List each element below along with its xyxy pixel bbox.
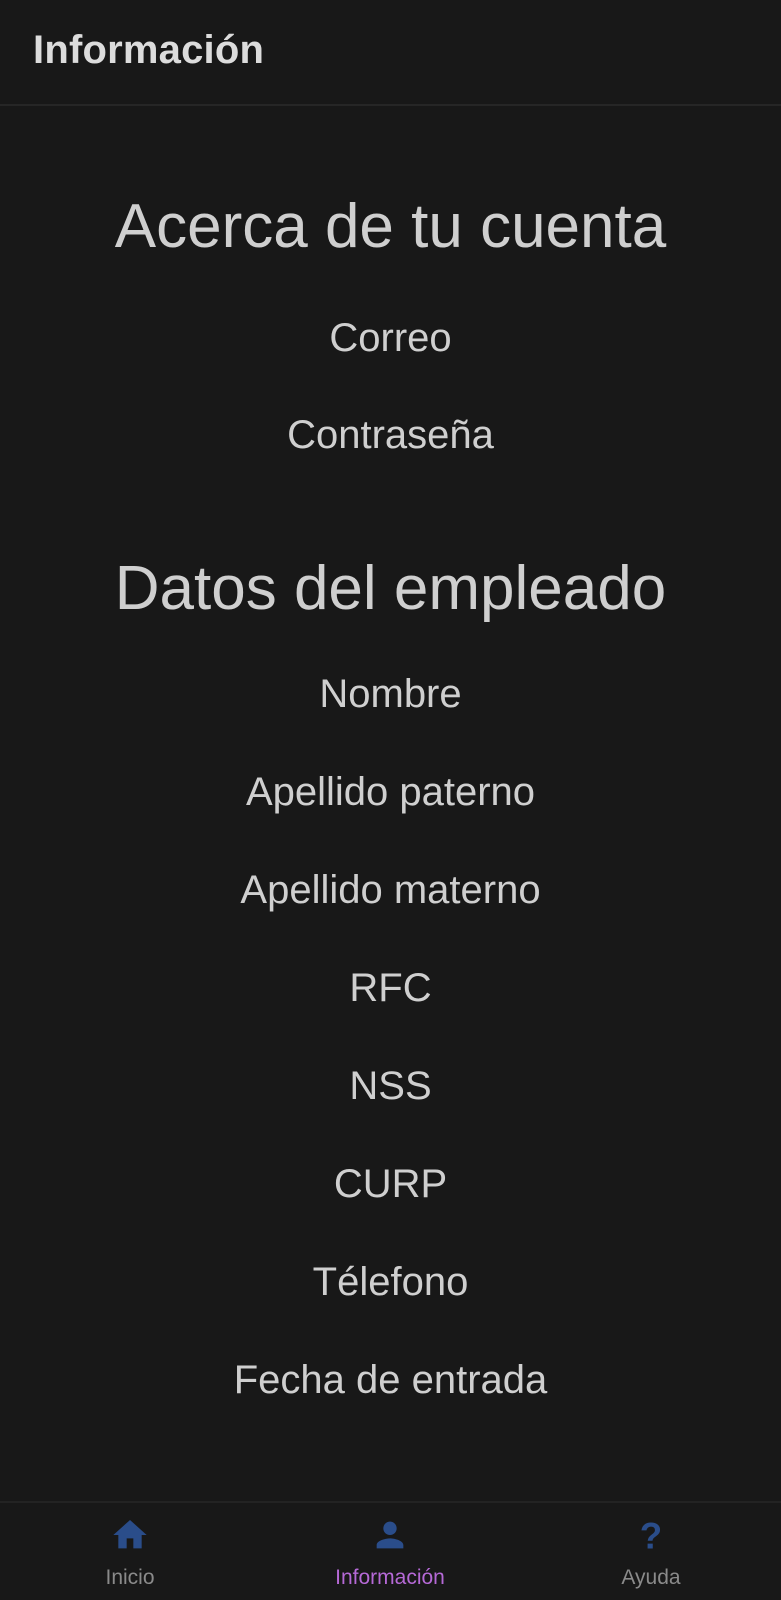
field-nss: NSS <box>349 1064 432 1108</box>
tab-label-informacion: Información <box>335 1566 445 1589</box>
employee-section-title: Datos del empleado <box>114 554 667 623</box>
top-app-bar: Información <box>0 0 781 106</box>
person-icon <box>376 1521 404 1549</box>
field-telefono: Télefono <box>312 1260 469 1304</box>
tab-ayuda[interactable]: ? Ayuda <box>521 1503 781 1600</box>
field-rfc: RFC <box>349 966 432 1010</box>
home-icon <box>113 1520 147 1549</box>
field-apellido-paterno: Apellido paterno <box>245 770 536 814</box>
account-section-title: Acerca de tu cuenta <box>114 192 667 261</box>
tab-informacion[interactable]: Información <box>260 1503 520 1600</box>
field-fecha-de-entrada: Fecha de entrada <box>233 1358 548 1402</box>
field-contrasena: Contraseña <box>287 413 494 457</box>
field-nombre: Nombre <box>319 672 462 716</box>
field-apellido-materno: Apellido materno <box>240 868 541 912</box>
tab-label-inicio: Inicio <box>105 1566 155 1589</box>
tab-inicio[interactable]: Inicio <box>0 1503 260 1600</box>
bottom-tab-bar: Inicio Información ? Ayuda <box>0 1501 781 1600</box>
info-content: Acerca de tu cuenta Correo Contraseña Da… <box>0 106 781 1501</box>
field-correo: Correo <box>329 316 452 360</box>
svg-text:?: ? <box>640 1515 662 1555</box>
tab-label-ayuda: Ayuda <box>621 1566 681 1589</box>
page-title: Información <box>33 28 265 72</box>
app-root: Información Acerca de tu cuenta Correo C… <box>0 0 781 1600</box>
field-curp: CURP <box>333 1162 448 1206</box>
help-icon: ? <box>640 1515 662 1555</box>
